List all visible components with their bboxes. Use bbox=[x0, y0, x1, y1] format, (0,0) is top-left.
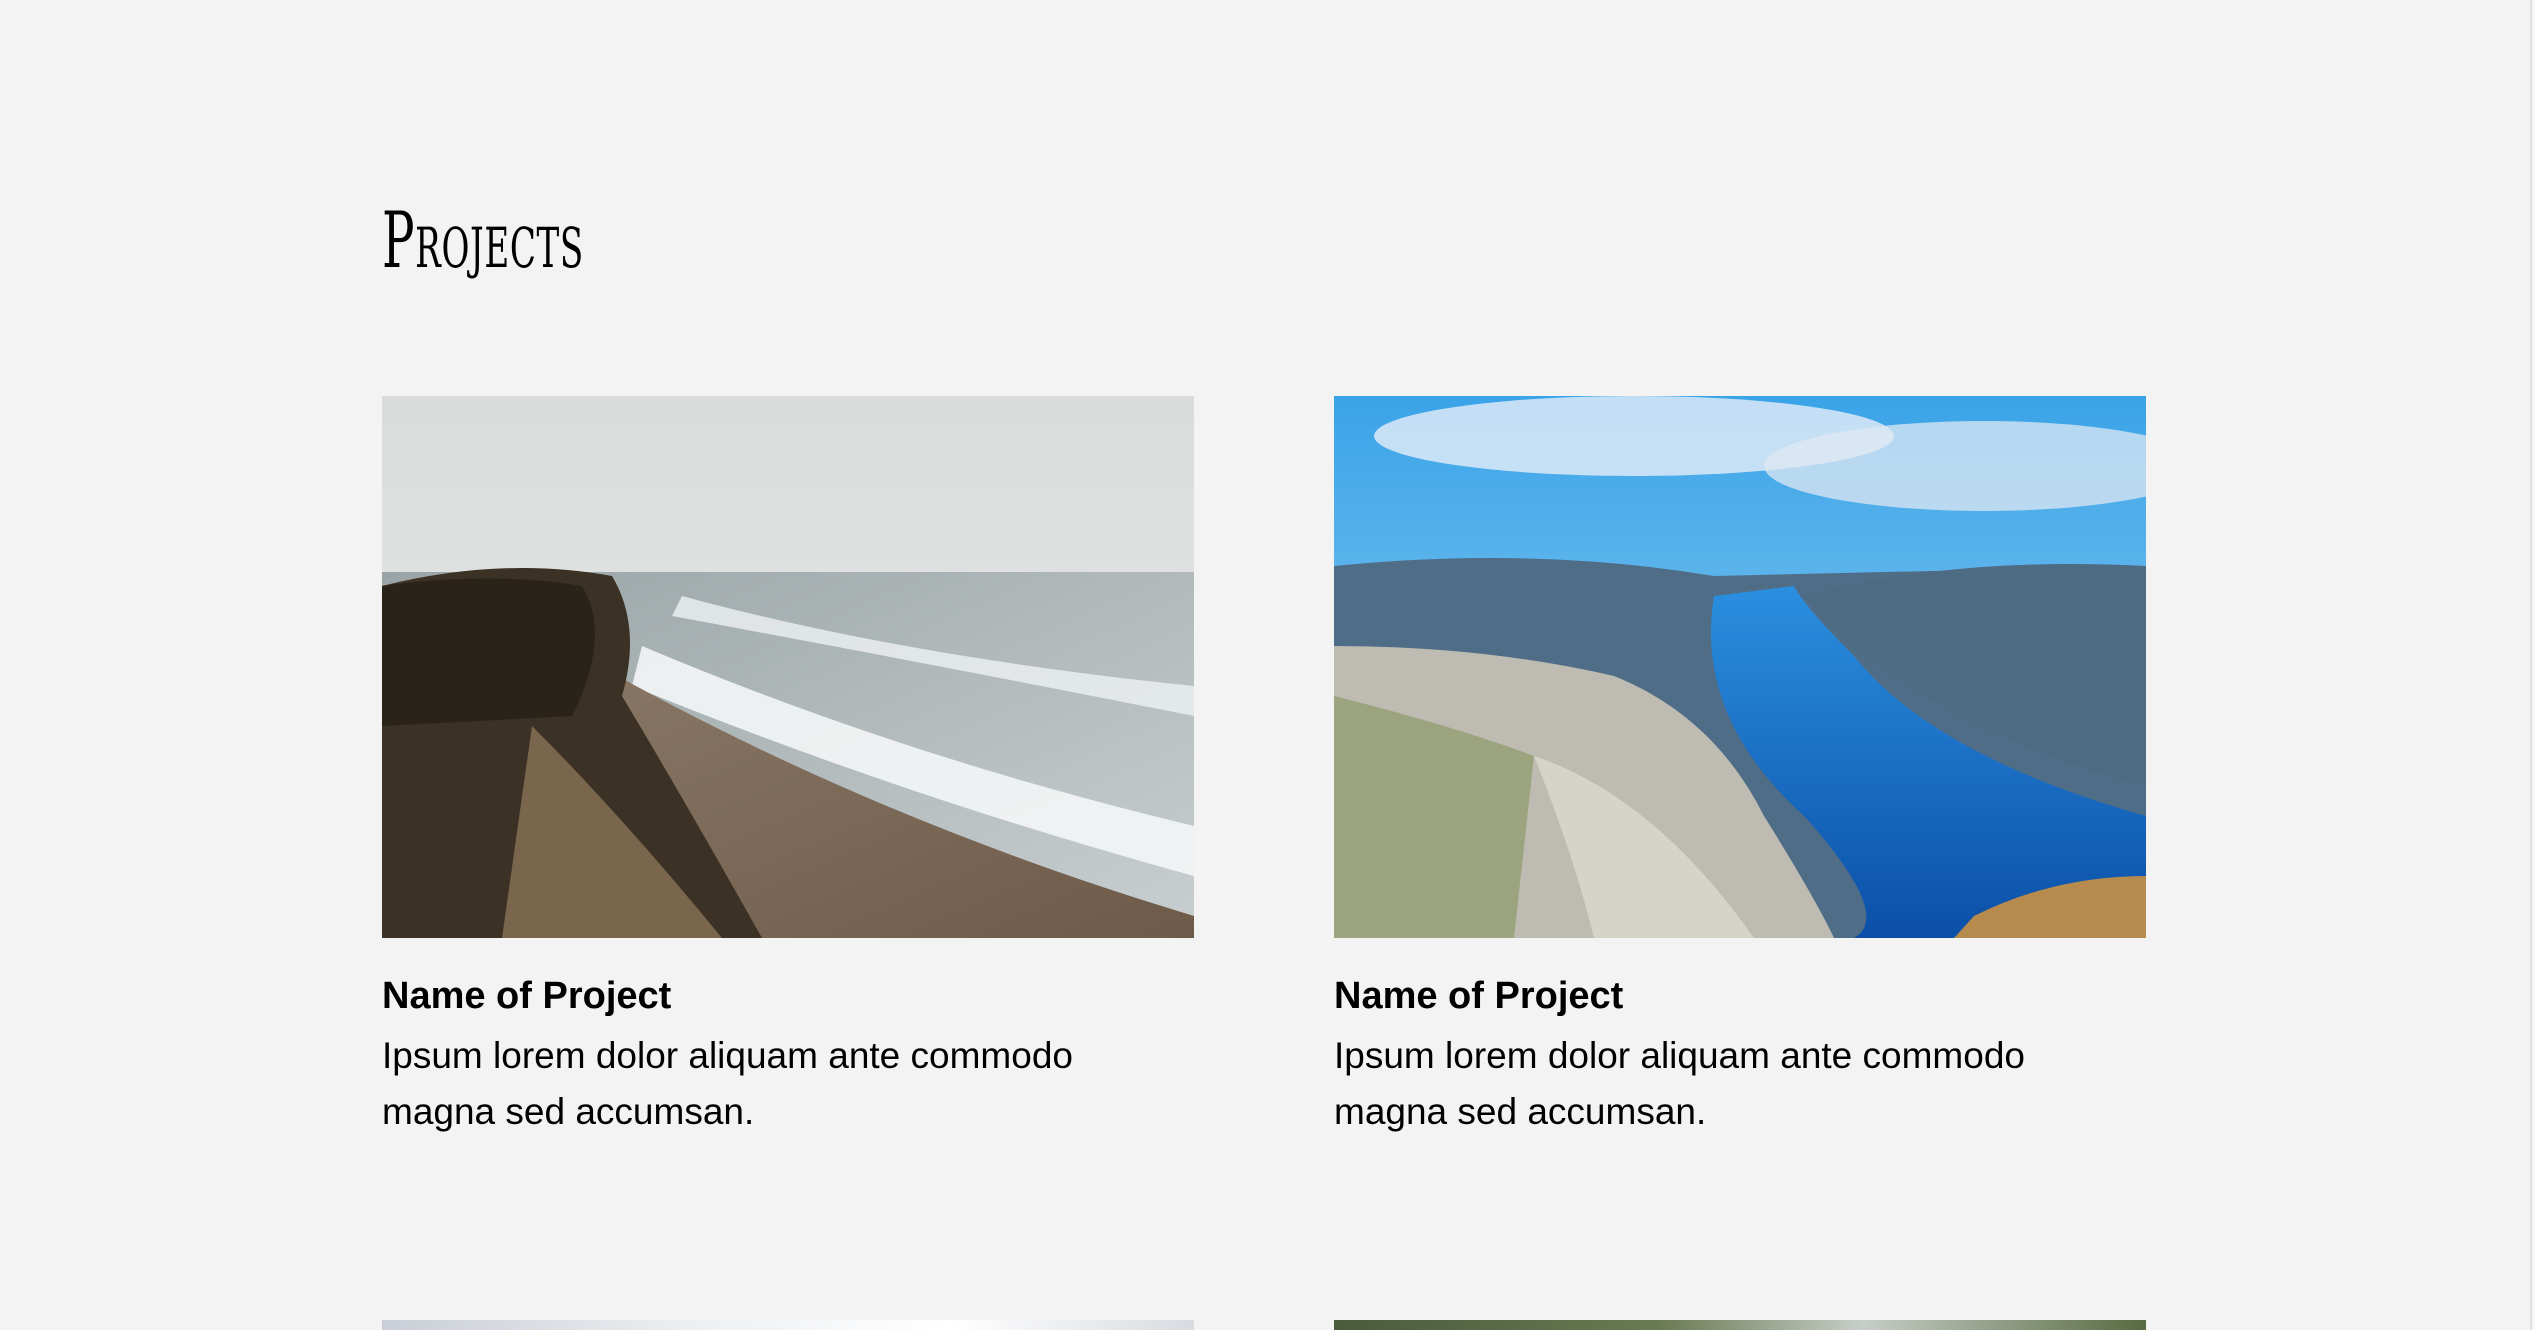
project-card[interactable]: Name of Project Ipsum lorem dolor aliqua… bbox=[1334, 396, 2146, 1140]
project-image-partial[interactable] bbox=[382, 1320, 1194, 1330]
page-title: Projects bbox=[382, 196, 584, 286]
project-name[interactable]: Name of Project bbox=[1334, 974, 2146, 1020]
project-description: Ipsum lorem dolor aliquam ante commodo m… bbox=[1334, 1034, 2025, 1132]
project-card[interactable]: Name of Project Ipsum lorem dolor aliqua… bbox=[382, 396, 1194, 1140]
project-image-fjord[interactable] bbox=[1334, 396, 2146, 938]
coastal-cliff-image bbox=[382, 396, 1194, 938]
project-image-coast[interactable] bbox=[382, 396, 1194, 938]
project-image-partial[interactable] bbox=[1334, 1320, 2146, 1330]
project-description: Ipsum lorem dolor aliquam ante commodo m… bbox=[382, 1034, 1073, 1132]
fjord-image bbox=[1334, 396, 2146, 938]
page: Projects Name of Project Ipsum lorem dol… bbox=[0, 0, 2532, 1330]
project-name[interactable]: Name of Project bbox=[382, 974, 1194, 1020]
